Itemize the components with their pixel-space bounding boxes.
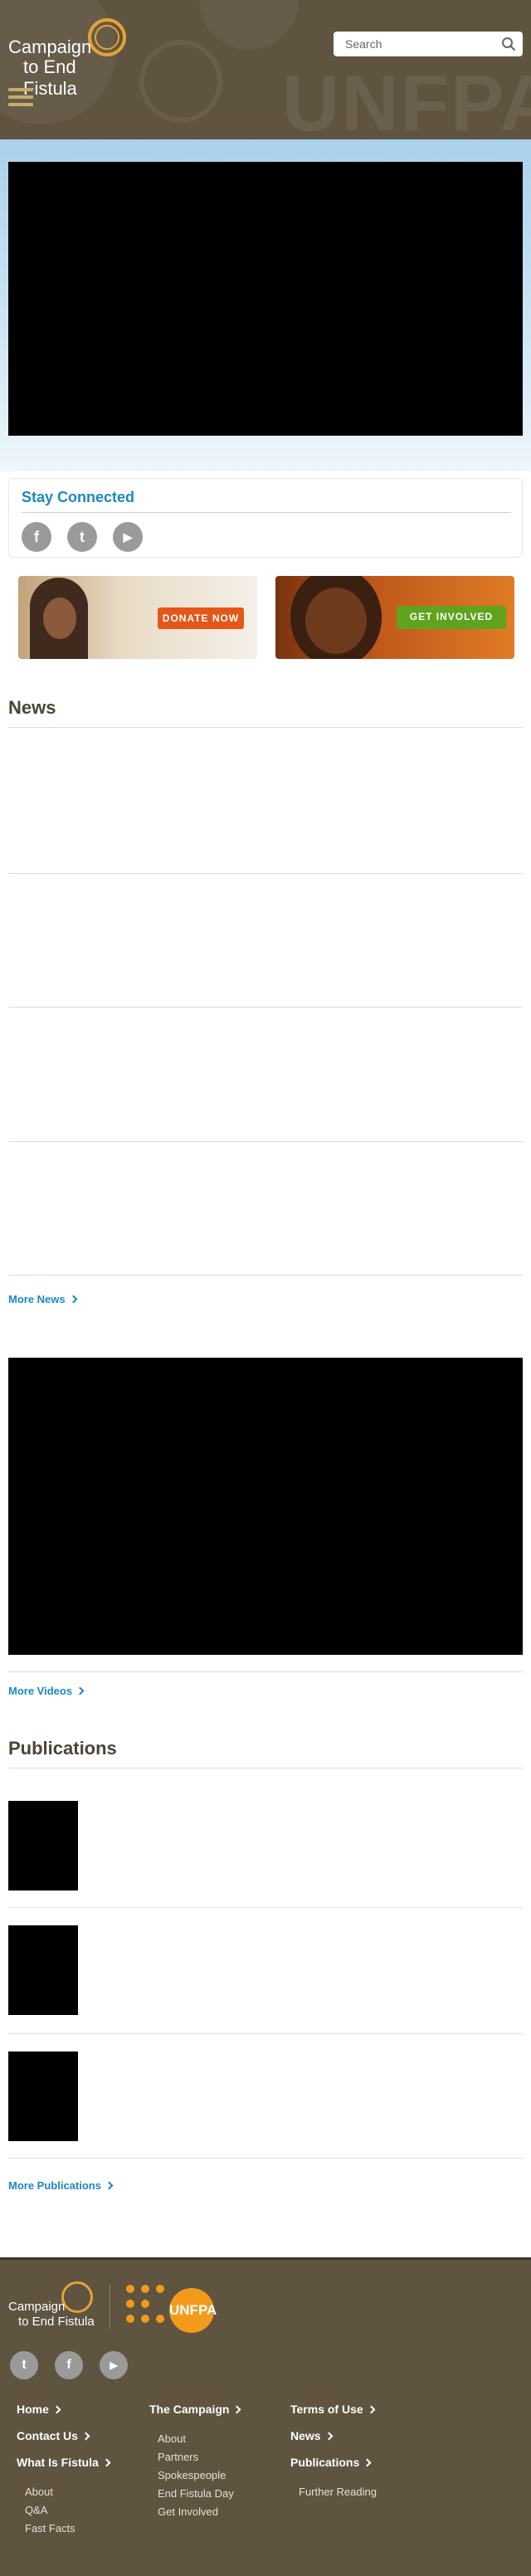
search-input[interactable] [345, 36, 494, 52]
footer-sublink-about[interactable]: About [158, 2432, 186, 2445]
twitter-icon[interactable]: t [67, 522, 97, 552]
get-involved-button[interactable]: GET INVOLVED [397, 606, 506, 629]
more-videos-label: More Videos [8, 1685, 73, 1697]
footer-sublink-qa[interactable]: Q&A [25, 2504, 47, 2516]
footer-sublink-spokespeople[interactable]: Spokespeople [158, 2469, 226, 2481]
donate-banner[interactable]: DONATE NOW [18, 576, 257, 659]
footer-sublink-get-involved[interactable]: Get Involved [158, 2505, 218, 2518]
footer-sublink-end-fistula-day[interactable]: End Fistula Day [158, 2487, 234, 2500]
footer-link-publications[interactable]: Publications [290, 2456, 372, 2469]
chevron-right-icon [363, 2458, 372, 2467]
footer-link-label: The Campaign [149, 2403, 230, 2416]
divider [8, 1768, 523, 1769]
more-publications-label: More Publications [8, 2179, 101, 2192]
footer-link-label: News [290, 2429, 321, 2442]
chevron-right-icon [367, 2405, 376, 2414]
news-item[interactable] [8, 1146, 523, 1281]
featured-video[interactable] [8, 162, 523, 436]
footer-logo-line2[interactable]: to End Fistula [18, 2315, 95, 2329]
footer-link-label: Contact Us [17, 2429, 78, 2442]
chevron-right-icon [81, 2432, 90, 2441]
stay-connected-panel: Stay Connected f t ▶ [8, 478, 523, 558]
footer-logo-line1[interactable]: Campaign [8, 2300, 65, 2314]
woman-face [43, 598, 76, 639]
search-icon[interactable] [501, 37, 516, 51]
footer-link-label: Publications [290, 2456, 360, 2469]
chevron-right-icon [52, 2405, 61, 2414]
chevron-right-icon [76, 1686, 85, 1695]
footer-sublink-partners[interactable]: Partners [158, 2451, 198, 2463]
more-publications-link[interactable]: More Publications [8, 2179, 114, 2192]
divider [8, 1275, 523, 1276]
footer-link-label: Home [17, 2403, 49, 2416]
footer-sublink-fast-facts[interactable]: Fast Facts [25, 2522, 76, 2535]
publication-thumbnail[interactable] [8, 1801, 78, 1891]
chevron-right-icon [324, 2432, 334, 2441]
logo-ring-inner-icon [95, 25, 119, 50]
logo-text-line1: Campaign [8, 37, 92, 57]
footer-sublink-further-reading[interactable]: Further Reading [299, 2486, 377, 2498]
publication-thumbnail[interactable] [8, 1925, 78, 2015]
site-footer: Campaign to End Fistula UNFPA t f ▶ Home… [0, 2257, 531, 2576]
divider [8, 2033, 523, 2034]
news-title: News [8, 697, 56, 718]
divider [8, 1671, 523, 1672]
donate-now-button[interactable]: DONATE NOW [158, 607, 244, 629]
youtube-icon[interactable]: ▶ [100, 2351, 128, 2379]
background-decoration [199, 0, 299, 50]
footer-link-home[interactable]: Home [17, 2403, 61, 2416]
news-item[interactable] [8, 878, 523, 1012]
site-header: UNFPA Campaign to End Fistula [0, 0, 531, 139]
more-news-label: More News [8, 1293, 66, 1305]
divider [22, 512, 511, 513]
footer-link-label: Terms of Use [290, 2403, 363, 2416]
divider [8, 1907, 523, 1908]
twitter-icon[interactable]: t [10, 2351, 38, 2379]
divider [8, 1141, 523, 1142]
footer-link-the-campaign[interactable]: The Campaign [149, 2403, 241, 2416]
footer-logo-ring-icon [61, 2281, 93, 2313]
facebook-icon[interactable]: f [55, 2351, 83, 2379]
publications-title: Publications [8, 1738, 117, 1759]
get-involved-banner[interactable]: GET INVOLVED [275, 576, 514, 659]
publication-thumbnail[interactable] [8, 2052, 78, 2141]
unfpa-watermark: UNFPA [282, 59, 531, 139]
footer-link-contact-us[interactable]: Contact Us [17, 2429, 90, 2442]
footer-link-label: What Is Fistula [17, 2456, 99, 2469]
chevron-right-icon [102, 2458, 111, 2467]
child-face [305, 588, 367, 654]
footer-link-terms-of-use[interactable]: Terms of Use [290, 2403, 376, 2416]
logo-text-line2: to End Fistula [23, 56, 77, 99]
footer-link-news[interactable]: News [290, 2429, 334, 2442]
divider [8, 727, 523, 728]
more-news-link[interactable]: More News [8, 1293, 78, 1305]
youtube-icon[interactable]: ▶ [113, 522, 143, 552]
divider [8, 2158, 523, 2159]
divider [8, 873, 523, 874]
chevron-right-icon [69, 1295, 78, 1304]
hamburger-icon[interactable] [8, 88, 33, 106]
unfpa-logo-text: UNFPA [169, 2288, 217, 2333]
chevron-right-icon [233, 2405, 241, 2414]
facebook-icon[interactable]: f [22, 522, 51, 552]
news-item[interactable] [8, 737, 523, 871]
search-box [334, 32, 523, 56]
site-logo[interactable]: Campaign to End Fistula [8, 18, 133, 99]
video-player[interactable] [8, 1358, 523, 1655]
chevron-right-icon [105, 2181, 114, 2190]
news-item[interactable] [8, 1012, 523, 1146]
un-emblem-watermark [139, 40, 222, 123]
footer-link-what-is-fistula[interactable]: What Is Fistula [17, 2456, 111, 2469]
footer-sublink-about[interactable]: About [25, 2486, 53, 2498]
more-videos-link[interactable]: More Videos [8, 1685, 85, 1697]
stay-connected-title: Stay Connected [22, 489, 135, 505]
